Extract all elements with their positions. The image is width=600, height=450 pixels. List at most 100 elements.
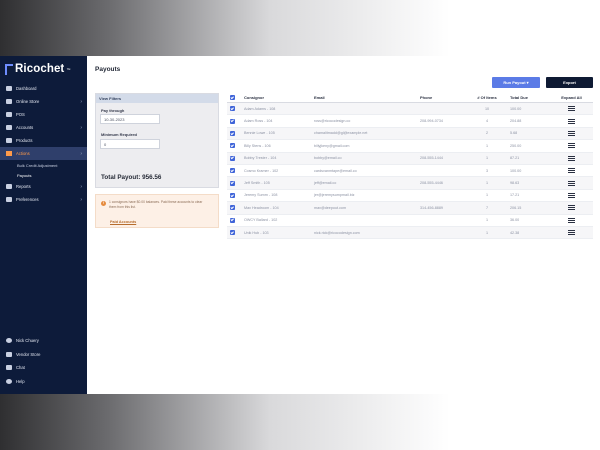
sidebar-item-accounts[interactable]: Accounts › — [0, 121, 87, 134]
expand-row-icon[interactable] — [568, 155, 575, 161]
expand-row-icon[interactable] — [568, 106, 575, 112]
expand-row-icon[interactable] — [568, 168, 575, 174]
email-cell: ross@ricocodesign.co — [314, 119, 351, 124]
run-payout-button[interactable]: Run Payout ▾ — [492, 77, 540, 88]
sidebar-item-label: Reports — [16, 184, 31, 189]
sidebar-item-help[interactable]: Help — [0, 375, 87, 389]
column-header-phone[interactable]: Phone — [420, 95, 468, 100]
table-row[interactable]: Adam Ross - 104 ross@ricocodesign.co 208-9… — [227, 115, 593, 128]
select-all-checkbox[interactable] — [230, 95, 235, 100]
table-row[interactable]: Jeff Smith - 105 jeff@email.co 208-555-444… — [227, 177, 593, 190]
column-header-consignor[interactable]: Consignor — [242, 95, 314, 100]
consignor-cell: Billy Stens - 106 — [244, 143, 271, 148]
total-due-cell: 100.00 — [510, 168, 522, 173]
sidebar-item-pos[interactable]: POS — [0, 108, 87, 121]
total-due-cell: 87.21 — [510, 156, 520, 161]
row-checkbox[interactable] — [230, 192, 235, 198]
phone-cell: 208-555-1444 — [420, 156, 443, 161]
items-cell: 1 — [485, 143, 489, 148]
total-payout: Total Payout: 956.56 — [101, 174, 162, 181]
main-content: Payouts Run Payout ▾ Export View Filters… — [87, 56, 600, 394]
expand-all-link[interactable]: Expand All — [550, 95, 593, 100]
expand-row-icon[interactable] — [568, 205, 575, 211]
consignor-cell: Cosmo Kramer - 102 — [244, 168, 279, 173]
export-button[interactable]: Export — [546, 77, 593, 88]
sidebar-nav: Dashboard Online Store › POS Accounts › … — [0, 82, 87, 206]
sidebar-subitem-bulk-credit[interactable]: Bulk Credit Adjustment — [0, 160, 87, 170]
items-cell: 1 — [485, 181, 489, 186]
items-cell: 1 — [485, 156, 489, 161]
table-row[interactable]: Cosmo Kramer - 102 cardsvanmtape@email.co… — [227, 165, 593, 178]
table-row[interactable]: Bobby Trester - 104 bobby@email.co 208-555… — [227, 152, 593, 165]
sidebar-item-user[interactable]: Nick Chuery — [0, 334, 87, 348]
sidebar-item-online-store[interactable]: Online Store › — [0, 95, 87, 108]
consignor-cell: Adam Ross - 104 — [244, 119, 273, 124]
sidebar-item-products[interactable]: Products — [0, 134, 87, 147]
row-checkbox[interactable] — [230, 118, 235, 124]
minimum-required-input[interactable]: 0 — [100, 139, 160, 149]
consignor-cell: Max Headroom - 104 — [244, 205, 279, 210]
table-row[interactable]: Billy Stens - 106 billyjkeny@gmail.com 1 25… — [227, 140, 593, 153]
logo-trademark: ™ — [66, 66, 71, 72]
expand-row-icon[interactable] — [568, 180, 575, 186]
pay-through-input[interactable]: 10-30-2023 — [100, 114, 160, 124]
sidebar-subitem-payouts[interactable]: Payouts — [0, 170, 87, 180]
sidebar-item-vendor-store[interactable]: Vendor Store — [0, 348, 87, 362]
expand-row-icon[interactable] — [568, 217, 575, 223]
table-row[interactable]: Adam Adams - 108 10 100.00 — [227, 103, 593, 116]
column-header-total-due[interactable]: Total Due — [506, 95, 550, 100]
sidebar-item-chat[interactable]: Chat — [0, 361, 87, 375]
row-checkbox[interactable] — [230, 106, 235, 112]
email-cell: billyjkeny@gmail.com — [314, 143, 350, 148]
sidebar-item-dashboard[interactable]: Dashboard — [0, 82, 87, 95]
row-checkbox[interactable] — [230, 230, 235, 236]
sidebar-item-label: Products — [16, 138, 33, 143]
register-icon — [6, 112, 12, 117]
chevron-down-icon: › — [80, 150, 82, 157]
items-cell: 4 — [485, 119, 489, 124]
row-checkbox[interactable] — [230, 205, 235, 211]
row-checkbox[interactable] — [230, 168, 235, 174]
row-checkbox[interactable] — [230, 143, 235, 149]
expand-row-icon[interactable] — [568, 130, 575, 136]
column-header-items[interactable]: # Of Items — [468, 95, 506, 100]
filters-panel: View Filters Pay through 10-30-2023 Mini… — [95, 93, 219, 188]
row-checkbox[interactable] — [230, 130, 235, 136]
paid-accounts-link[interactable]: Paid Accounts — [110, 220, 136, 224]
table-row[interactable]: OWCY Ballard - 102 1 36.00 — [227, 215, 593, 227]
consignor-cell: Bobby Trester - 104 — [244, 156, 277, 161]
sidebar-item-label: Help — [16, 378, 25, 384]
email-cell: chamalitmadd@gl@example.net — [314, 131, 368, 136]
phone-cell: 314-456-8889 — [420, 205, 443, 210]
sidebar-item-preferences[interactable]: Preferences › — [0, 193, 87, 206]
row-checkbox[interactable] — [230, 217, 235, 223]
total-due-cell: 36.00 — [510, 218, 520, 223]
table-row[interactable]: Max Headroom - 104 max@deepout.com 314-456… — [227, 202, 593, 215]
items-cell: 3 — [485, 168, 489, 173]
items-cell: 7 — [485, 205, 489, 210]
filters-header: View Filters — [96, 94, 218, 103]
table-row[interactable]: Unik Hub - 103 nick.rick@ricocodesign.com… — [227, 226, 593, 240]
sidebar-item-actions[interactable]: Actions › — [0, 147, 87, 160]
table-row[interactable]: Jeremy Sumrn - 108 jer@jeremysumpmail.biz… — [227, 190, 593, 203]
sidebar-item-label: Chat — [16, 365, 25, 371]
sidebar-bottom: Nick Chuery Vendor Store Chat Help — [0, 334, 87, 388]
items-cell: 2 — [485, 131, 489, 136]
page-title: Payouts — [95, 66, 121, 73]
expand-row-icon[interactable] — [568, 230, 575, 236]
total-due-cell: 98.63 — [510, 181, 520, 186]
sidebar-item-label: Dashboard — [16, 86, 37, 91]
row-checkbox[interactable] — [230, 155, 235, 161]
sidebar-item-label: Vendor Store — [16, 351, 41, 357]
table-header: Consignor Email Phone # Of Items Total D… — [227, 93, 593, 103]
table-row[interactable]: Bennie Lowe - 105 chamalitmadd@gl@example… — [227, 127, 593, 141]
backdrop — [0, 394, 600, 450]
items-cell: 1 — [485, 218, 489, 223]
sidebar-item-reports[interactable]: Reports › — [0, 180, 87, 193]
expand-row-icon[interactable] — [568, 143, 575, 149]
column-header-email[interactable]: Email — [314, 95, 420, 100]
row-checkbox[interactable] — [230, 180, 235, 186]
expand-row-icon[interactable] — [568, 118, 575, 124]
minimum-required-label: Minimum Required — [101, 132, 138, 137]
expand-row-icon[interactable] — [568, 192, 575, 198]
